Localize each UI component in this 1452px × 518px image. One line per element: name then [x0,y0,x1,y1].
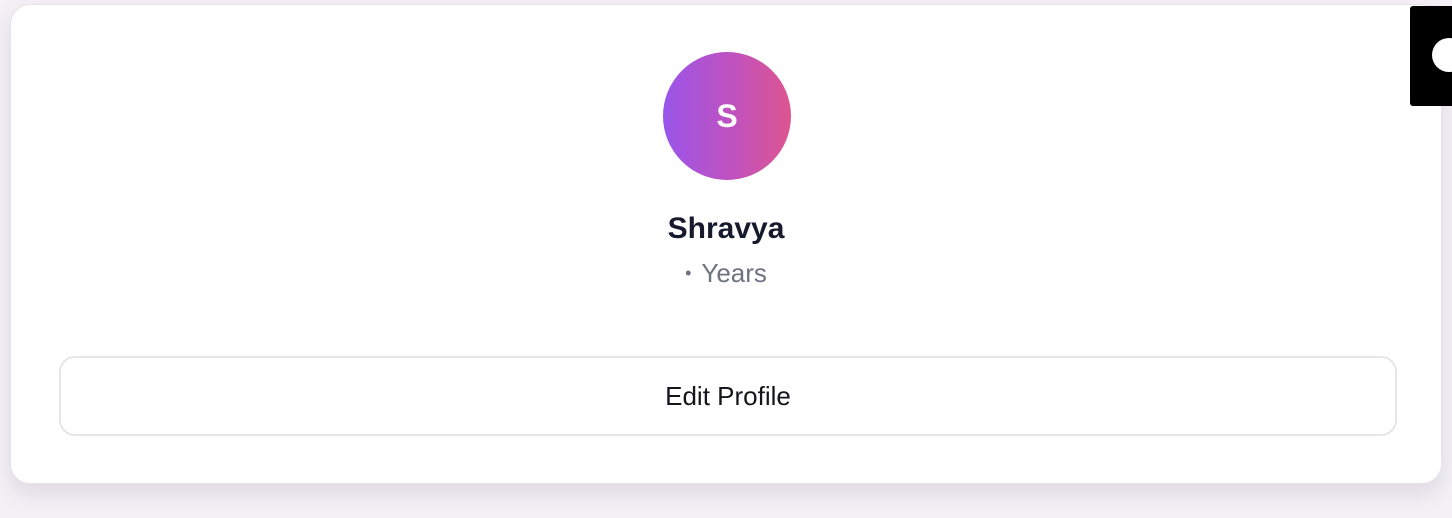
avatar: S [663,52,791,180]
edit-profile-button[interactable]: Edit Profile [59,356,1397,436]
profile-card: S Shravya • Years Edit Profile [10,4,1442,484]
profile-subtitle: • Years [11,258,1441,289]
separator-dot: • [685,263,692,283]
circle-icon [1432,38,1452,72]
profile-name: Shravya [667,212,785,245]
floating-widget[interactable] [1410,6,1452,106]
avatar-initial: S [716,97,738,134]
age-label: Years [701,258,767,288]
